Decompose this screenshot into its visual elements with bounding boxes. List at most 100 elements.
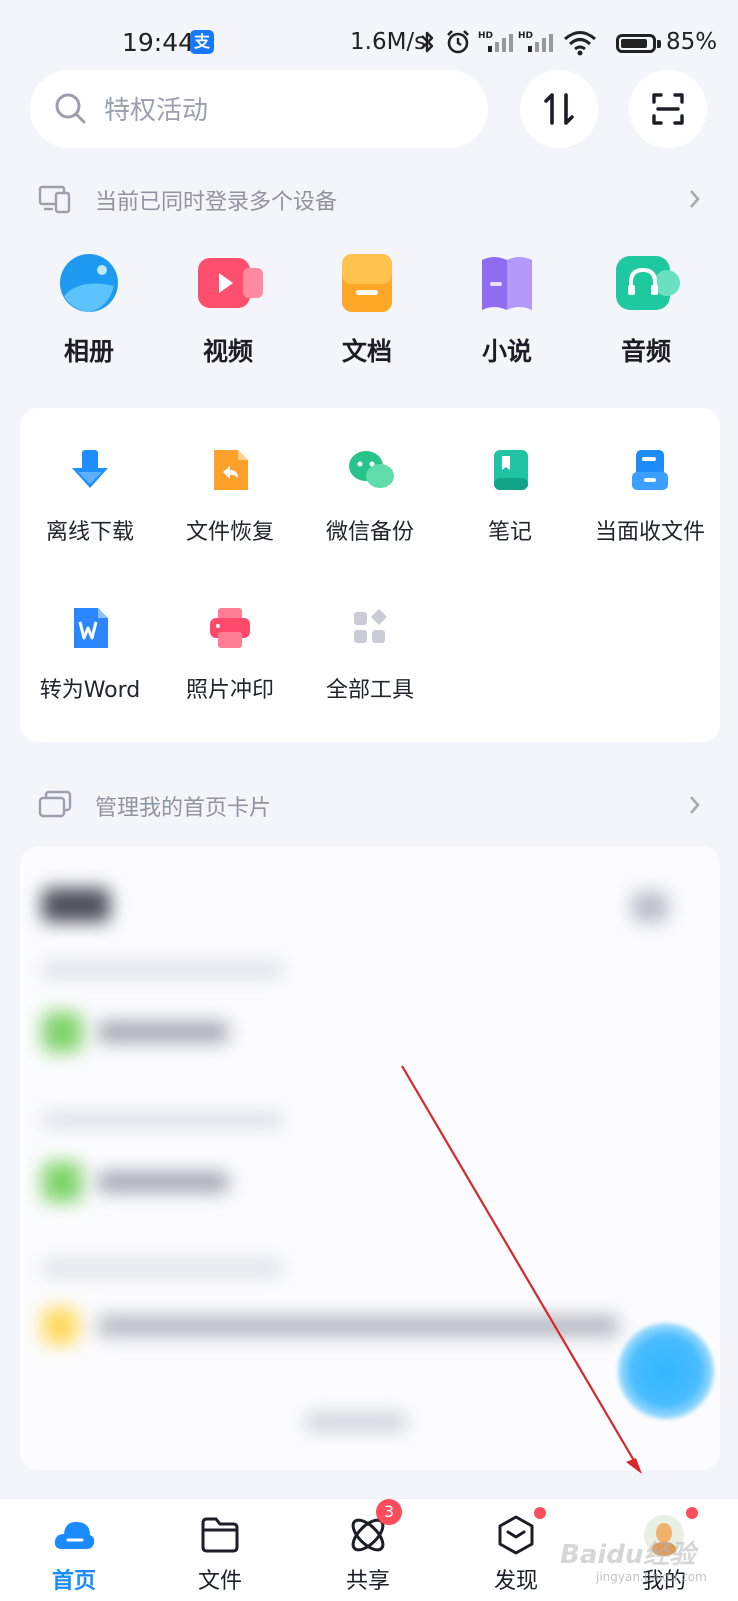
devices-icon	[38, 185, 71, 214]
transfer-button[interactable]	[520, 70, 598, 148]
tool-label: 微信备份	[325, 520, 414, 545]
category-video[interactable]: 视频	[168, 252, 288, 368]
receive-files-icon	[628, 448, 672, 492]
scan-button[interactable]	[629, 70, 707, 148]
home-cloud-icon	[52, 1513, 96, 1557]
tool-all-tools[interactable]: 全部工具	[300, 606, 440, 704]
category-album[interactable]: 相册	[29, 252, 149, 368]
document-icon	[336, 252, 398, 314]
tool-label: 笔记	[487, 520, 532, 545]
alarm-icon	[447, 30, 469, 54]
blurred-more	[632, 892, 668, 922]
blurred-date	[42, 1112, 282, 1128]
nav-share[interactable]: 3 共享	[318, 1499, 418, 1595]
blurred-date	[42, 1260, 282, 1276]
bluetooth-icon	[421, 31, 434, 53]
nav-files[interactable]: 文件	[170, 1513, 270, 1595]
category-label: 小说	[481, 337, 532, 366]
share-atom-icon: 3	[346, 1499, 402, 1557]
novel-icon	[476, 252, 538, 314]
watermark-subtext: jingyan.baidu.com	[596, 1570, 707, 1584]
search-bar[interactable]: 特权活动	[30, 70, 488, 148]
blurred-recent-card	[20, 846, 720, 1470]
blurred-file-name	[98, 1022, 228, 1042]
cards-stack-icon	[38, 790, 72, 818]
notes-icon	[488, 448, 532, 492]
category-label: 音频	[620, 337, 671, 366]
tools-card: 离线下载 文件恢复 微信备份 笔记 当面收文件 转为Word 照片冲印 全部工具	[20, 408, 720, 742]
to-word-icon	[68, 606, 112, 650]
tool-label: 照片冲印	[185, 678, 274, 703]
svg-text:HD: HD	[518, 31, 533, 41]
search-icon	[55, 93, 86, 124]
blurred-footer	[306, 1414, 406, 1430]
tool-to-word[interactable]: 转为Word	[20, 606, 160, 704]
profile-dot	[686, 1507, 698, 1519]
watermark-text: Baidu经验	[560, 1540, 696, 1570]
tool-offline-download[interactable]: 离线下载	[20, 448, 160, 546]
manage-cards-text: 管理我的首页卡片	[95, 796, 272, 821]
tool-notes[interactable]: 笔记	[440, 448, 580, 546]
chevron-right-icon	[690, 190, 700, 208]
nav-home[interactable]: 首页	[24, 1513, 124, 1595]
offline-download-icon	[68, 448, 112, 492]
tool-label: 全部工具	[325, 678, 414, 703]
network-speed: 1.6M/s	[350, 29, 427, 55]
nav-discover[interactable]: 发现	[466, 1507, 566, 1595]
svg-text:HD: HD	[478, 31, 493, 41]
battery-icon	[616, 34, 656, 53]
blurred-file-icon	[42, 1308, 78, 1344]
photo-print-icon	[208, 606, 252, 650]
transfer-arrows-icon	[544, 93, 574, 125]
tool-label: 转为Word	[39, 678, 141, 703]
battery-level	[621, 39, 647, 48]
tool-photo-print[interactable]: 照片冲印	[160, 606, 300, 704]
tool-label: 文件恢复	[185, 520, 274, 545]
category-label: 相册	[63, 337, 114, 366]
nav-label: 首页	[51, 1569, 96, 1594]
signal-hd-1-icon: HD	[478, 31, 513, 52]
blurred-file-name	[98, 1316, 618, 1336]
all-tools-icon	[348, 606, 392, 650]
nav-label: 共享	[345, 1569, 390, 1594]
video-icon	[197, 252, 263, 314]
blurred-file-icon	[42, 1162, 82, 1202]
category-label: 文档	[341, 337, 392, 366]
nav-label: 发现	[493, 1569, 538, 1594]
tool-label: 当面收文件	[594, 520, 705, 545]
tool-label: 离线下载	[45, 520, 134, 545]
floating-upload-button[interactable]	[618, 1323, 714, 1419]
tool-wechat-backup[interactable]: 微信备份	[300, 448, 440, 546]
category-novel[interactable]: 小说	[447, 252, 567, 368]
blurred-file-icon	[42, 1012, 82, 1052]
signal-hd-2-icon: HD	[518, 31, 553, 52]
file-restore-icon	[208, 448, 252, 492]
category-document[interactable]: 文档	[307, 252, 427, 368]
category-label: 视频	[202, 337, 253, 366]
discover-dot	[534, 1507, 546, 1519]
tool-file-restore[interactable]: 文件恢复	[160, 448, 300, 546]
tool-receive-files[interactable]: 当面收文件	[580, 448, 720, 546]
multi-device-text: 当前已同时登录多个设备	[95, 190, 338, 215]
chevron-right-icon	[690, 796, 700, 814]
wechat-backup-icon	[348, 448, 394, 492]
album-icon	[58, 252, 120, 314]
share-badge: 3	[376, 1499, 402, 1525]
wifi-icon	[564, 31, 596, 56]
nav-label: 文件	[197, 1569, 242, 1594]
category-audio[interactable]: 音频	[586, 252, 706, 368]
manage-home-cards[interactable]: 管理我的首页卡片	[0, 786, 738, 826]
discover-box-icon	[494, 1507, 546, 1557]
blurred-date	[42, 962, 282, 978]
blurred-title	[42, 888, 110, 922]
battery-percentage: 85%	[666, 29, 718, 55]
status-time: 19:44	[122, 28, 195, 57]
alipay-notification-icon: 支	[190, 30, 214, 54]
battery-tip	[657, 40, 661, 48]
multi-device-notice[interactable]: 当前已同时登录多个设备	[0, 180, 738, 220]
scan-icon	[652, 93, 684, 125]
blurred-file-name	[98, 1172, 228, 1192]
search-placeholder: 特权活动	[104, 96, 209, 126]
folder-icon	[198, 1513, 242, 1557]
audio-icon	[615, 252, 680, 314]
